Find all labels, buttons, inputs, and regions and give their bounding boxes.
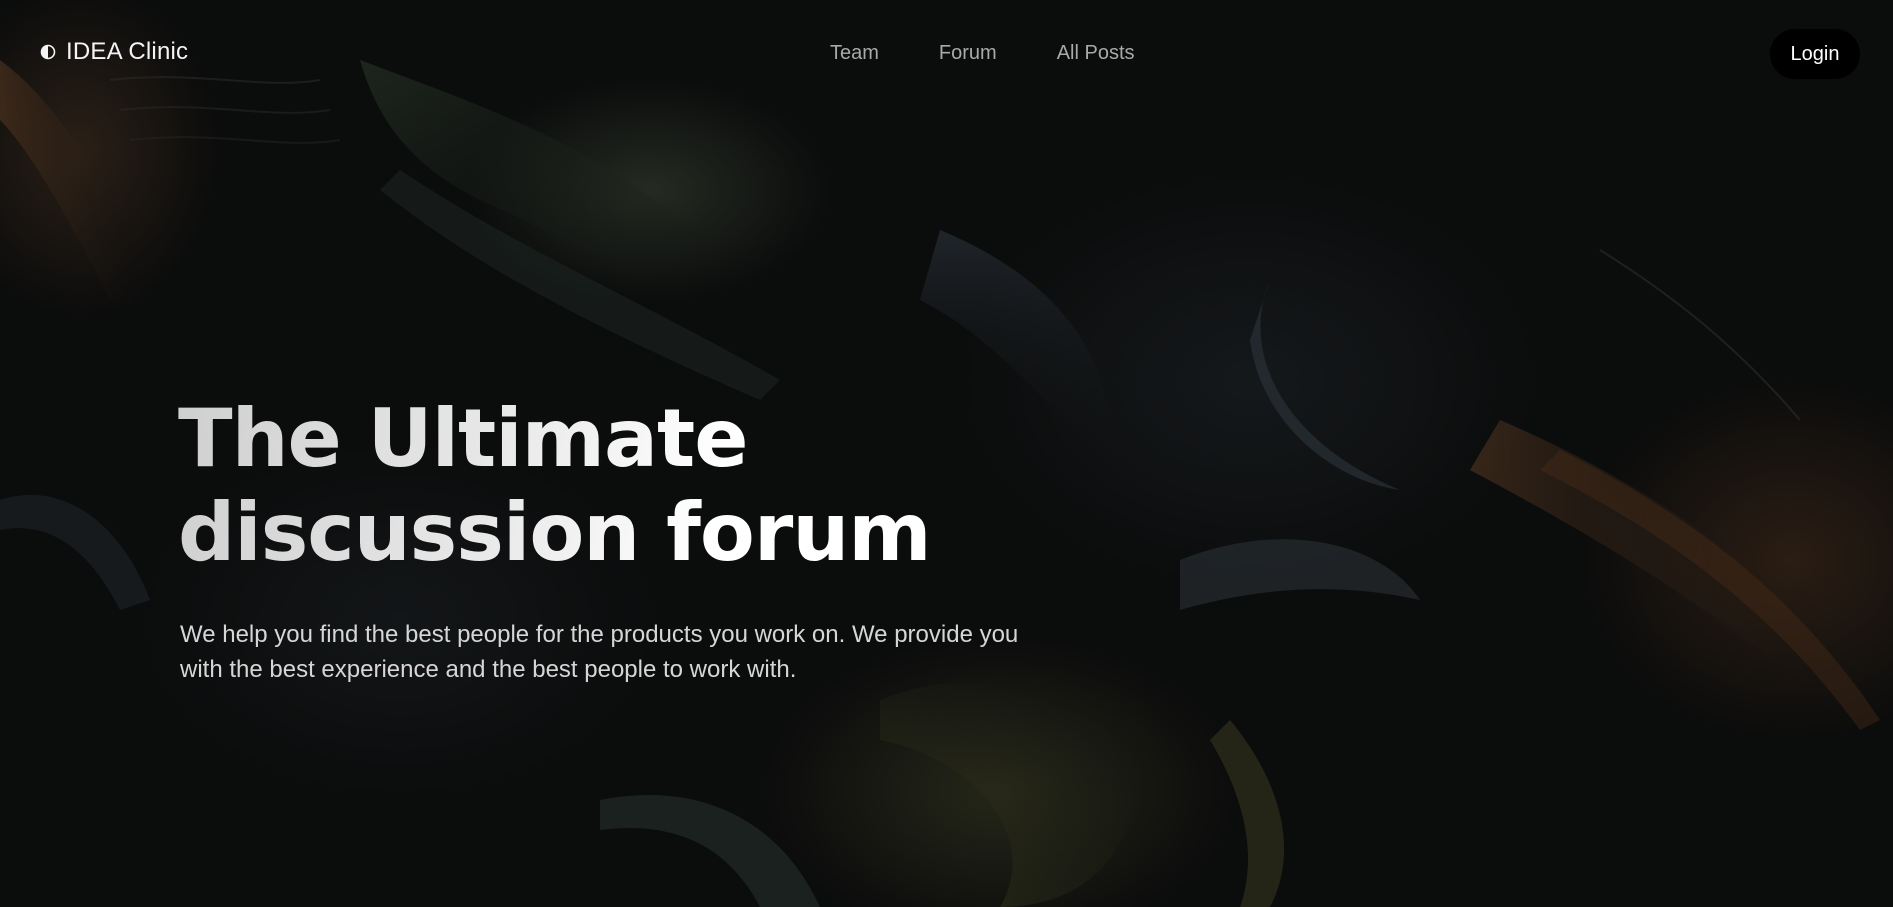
main-nav: Team Forum All Posts <box>830 42 1135 65</box>
login-button[interactable]: Login <box>1770 29 1860 79</box>
brand-logo[interactable]: IDEA Clinic <box>40 38 188 66</box>
nav-link-team[interactable]: Team <box>830 42 879 65</box>
top-navigation: IDEA Clinic Team Forum All Posts Login <box>0 0 1893 108</box>
hero-title: The Ultimate discussion forum <box>178 392 1078 580</box>
landing-page: IDEA Clinic Team Forum All Posts Login T… <box>0 0 1893 907</box>
brand-name: IDEA Clinic <box>66 38 189 65</box>
hero-title-line-1: The Ultimate <box>178 392 748 485</box>
nav-link-forum[interactable]: Forum <box>939 42 997 65</box>
nav-link-all-posts[interactable]: All Posts <box>1057 42 1135 65</box>
half-circle-icon <box>40 44 56 60</box>
hero-subtitle: We help you find the best people for the… <box>180 621 1019 683</box>
hero-title-line-2: discussion forum <box>178 486 931 579</box>
